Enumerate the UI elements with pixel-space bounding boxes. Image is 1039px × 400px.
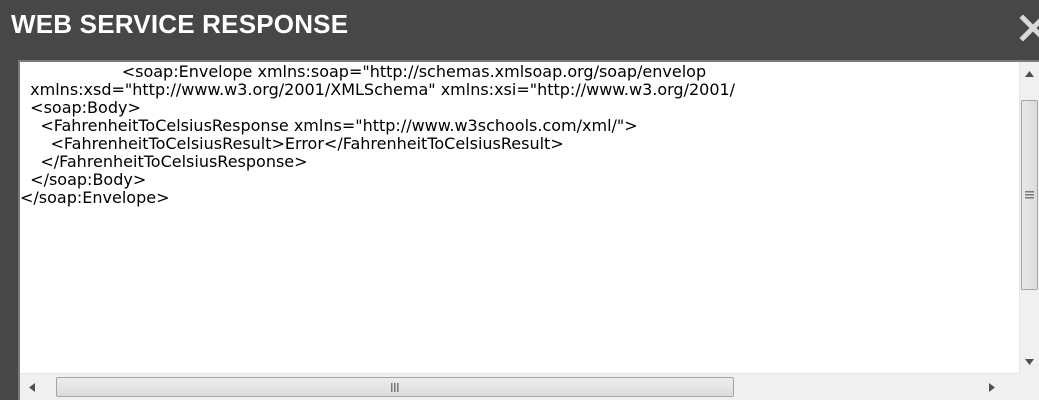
dialog-title: WEB SERVICE RESPONSE (11, 9, 349, 39)
scroll-up-arrow-icon[interactable] (1020, 64, 1039, 84)
scroll-left-arrow-icon[interactable] (22, 374, 42, 400)
scrollbar-corner (1019, 373, 1039, 400)
web-service-response-dialog: WEB SERVICE RESPONSE <soap:Envelope xmln… (0, 0, 1039, 400)
horizontal-scrollbar[interactable] (20, 373, 1019, 400)
response-line: <FahrenheitToCelsiusResult>Error</Fahren… (20, 134, 564, 153)
vertical-scroll-thumb[interactable] (1021, 100, 1038, 290)
response-line: xmlns:xsd="http://www.w3.org/2001/XMLSch… (20, 80, 736, 99)
response-line: </soap:Body> (20, 170, 147, 189)
response-line: </FahrenheitToCelsiusResponse> (20, 152, 308, 171)
scroll-grip-icon (1025, 191, 1034, 199)
vertical-scrollbar[interactable] (1019, 62, 1039, 375)
response-line: <soap:Body> (20, 98, 141, 117)
response-line: <FahrenheitToCelsiusResponse xmlns="http… (20, 116, 638, 135)
dialog-titlebar: WEB SERVICE RESPONSE (0, 0, 1039, 58)
horizontal-scroll-thumb[interactable] (56, 377, 734, 397)
response-textarea[interactable]: <soap:Envelope xmlns:soap="http://schema… (18, 60, 1039, 400)
scroll-down-arrow-icon[interactable] (1020, 352, 1039, 372)
response-line: <soap:Envelope xmlns:soap="http://schema… (20, 63, 707, 81)
scroll-grip-icon (391, 382, 399, 392)
close-icon[interactable] (1013, 8, 1039, 48)
scroll-right-arrow-icon[interactable] (982, 374, 1002, 400)
response-line: </soap:Envelope> (20, 188, 170, 207)
response-content: <soap:Envelope xmlns:soap="http://schema… (20, 63, 1010, 373)
